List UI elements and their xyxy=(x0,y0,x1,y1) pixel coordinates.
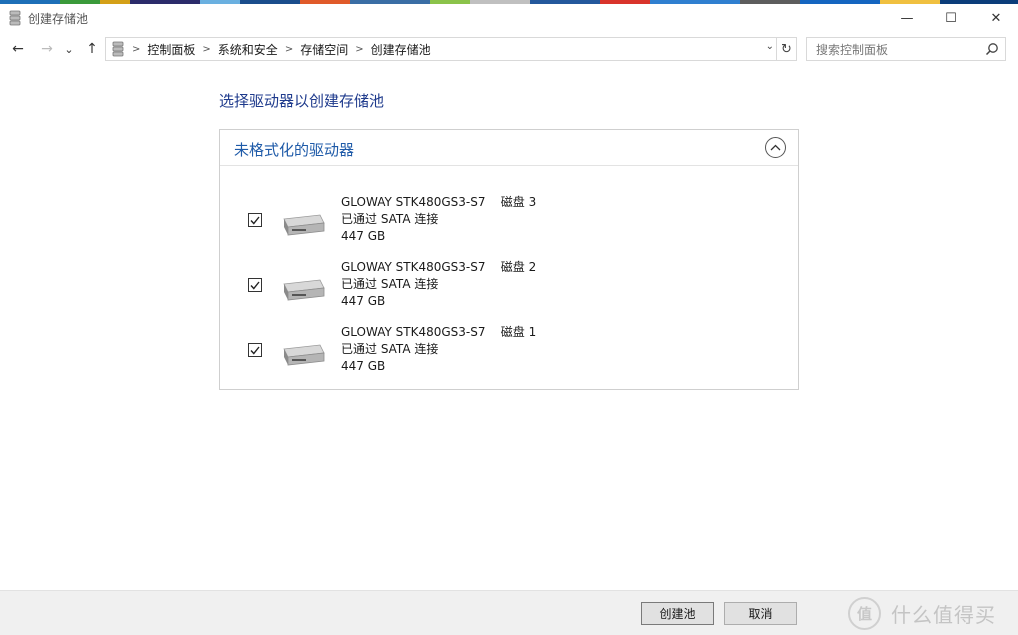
drive-size: 447 GB xyxy=(341,359,386,373)
drive-info: GLOWAY STK480GS3-S7 磁盘 1 已通过 SATA 连接 447… xyxy=(341,324,536,375)
breadcrumb-storage-spaces[interactable]: 存储空间 xyxy=(300,41,348,58)
forward-arrow-icon: → xyxy=(41,41,53,57)
drive-item[interactable]: GLOWAY STK480GS3-S7 磁盘 2 已通过 SATA 连接 447… xyxy=(220,259,798,315)
recent-locations-button[interactable]: ⌄ xyxy=(62,38,76,60)
breadcrumb-separator-icon[interactable]: > xyxy=(285,44,293,55)
drive-model: GLOWAY STK480GS3-S7 xyxy=(341,260,486,274)
address-dropdown-icon[interactable]: ⌄ xyxy=(766,41,774,52)
drive-model: GLOWAY STK480GS3-S7 xyxy=(341,325,486,339)
hard-drive-icon xyxy=(283,344,325,366)
refresh-icon: ↻ xyxy=(781,41,792,57)
address-bar[interactable]: > 控制面板 > 系统和安全 > 存储空间 > 创建存储池 ⌄ xyxy=(105,37,777,61)
minimize-button[interactable]: — xyxy=(884,4,930,32)
forward-button[interactable]: → xyxy=(37,38,57,60)
create-pool-button[interactable]: 创建池 xyxy=(641,602,714,625)
drive-disk-number: 磁盘 3 xyxy=(500,195,537,209)
drive-checkbox[interactable] xyxy=(248,343,262,357)
window-title: 创建存储池 xyxy=(28,12,89,26)
navigation-bar: ← → ⌄ ↑ > 控制面板 > 系统和安全 > 存储空间 > 创建存储池 ⌄ … xyxy=(0,36,1018,62)
chevron-up-icon xyxy=(770,144,781,151)
up-button[interactable]: ↑ xyxy=(82,38,102,60)
hard-drive-icon xyxy=(283,279,325,301)
drive-checkbox[interactable] xyxy=(248,213,262,227)
storage-spaces-icon xyxy=(9,10,21,26)
group-header: 未格式化的驱动器 xyxy=(220,130,798,166)
breadcrumb-create-pool[interactable]: 创建存储池 xyxy=(371,41,431,58)
search-placeholder: 搜索控制面板 xyxy=(816,42,889,57)
drive-disk-number: 磁盘 1 xyxy=(500,325,537,339)
drive-connection: 已通过 SATA 连接 xyxy=(341,342,439,356)
breadcrumb-separator-icon: > xyxy=(132,43,141,55)
hard-drive-icon xyxy=(283,214,325,236)
drive-model: GLOWAY STK480GS3-S7 xyxy=(341,195,486,209)
footer-bar: 创建池 取消 值 什么值得买 xyxy=(0,590,1018,635)
minimize-icon: — xyxy=(900,10,914,26)
close-button[interactable]: ✕ xyxy=(973,4,1018,32)
drive-info: GLOWAY STK480GS3-S7 磁盘 2 已通过 SATA 连接 447… xyxy=(341,259,536,310)
breadcrumb-system-security[interactable]: 系统和安全 xyxy=(218,41,278,58)
refresh-button[interactable]: ↻ xyxy=(777,37,797,61)
up-arrow-icon: ↑ xyxy=(86,41,98,57)
search-input[interactable]: 搜索控制面板 xyxy=(806,37,1006,61)
watermark-text: 什么值得买 xyxy=(891,602,996,627)
watermark: 值 什么值得买 xyxy=(848,595,996,631)
cancel-button[interactable]: 取消 xyxy=(724,602,797,625)
drive-item[interactable]: GLOWAY STK480GS3-S7 磁盘 1 已通过 SATA 连接 447… xyxy=(220,324,798,380)
back-button[interactable]: ← xyxy=(8,38,28,60)
checkmark-icon xyxy=(250,346,260,355)
maximize-icon: ☐ xyxy=(945,10,957,26)
checkmark-icon xyxy=(250,216,260,225)
drive-size: 447 GB xyxy=(341,294,386,308)
breadcrumb-separator-icon[interactable]: > xyxy=(202,44,210,55)
title-bar: 创建存储池 — ☐ ✕ xyxy=(0,4,1018,32)
breadcrumb-separator-icon[interactable]: > xyxy=(355,44,363,55)
storage-spaces-icon xyxy=(112,41,124,57)
watermark-logo: 值 xyxy=(848,596,881,630)
drive-disk-number: 磁盘 2 xyxy=(500,260,537,274)
search-icon[interactable] xyxy=(985,42,999,56)
checkmark-icon xyxy=(250,281,260,290)
drive-connection: 已通过 SATA 连接 xyxy=(341,212,439,226)
drive-item[interactable]: GLOWAY STK480GS3-S7 磁盘 3 已通过 SATA 连接 447… xyxy=(220,194,798,250)
breadcrumb-control-panel[interactable]: 控制面板 xyxy=(147,41,195,58)
drive-info: GLOWAY STK480GS3-S7 磁盘 3 已通过 SATA 连接 447… xyxy=(341,194,536,245)
close-icon: ✕ xyxy=(990,10,1002,26)
chevron-down-icon: ⌄ xyxy=(64,42,74,56)
drive-checkbox[interactable] xyxy=(248,278,262,292)
page-heading: 选择驱动器以创建存储池 xyxy=(219,92,385,110)
back-arrow-icon: ← xyxy=(12,41,24,57)
unformatted-drives-group: 未格式化的驱动器 GLOWAY STK480GS3-S7 磁盘 3 已通过 SA… xyxy=(219,129,799,390)
drive-connection: 已通过 SATA 连接 xyxy=(341,277,439,291)
collapse-group-button[interactable] xyxy=(765,137,786,158)
maximize-button[interactable]: ☐ xyxy=(928,4,974,32)
drive-size: 447 GB xyxy=(341,229,386,243)
group-title: 未格式化的驱动器 xyxy=(234,141,355,159)
